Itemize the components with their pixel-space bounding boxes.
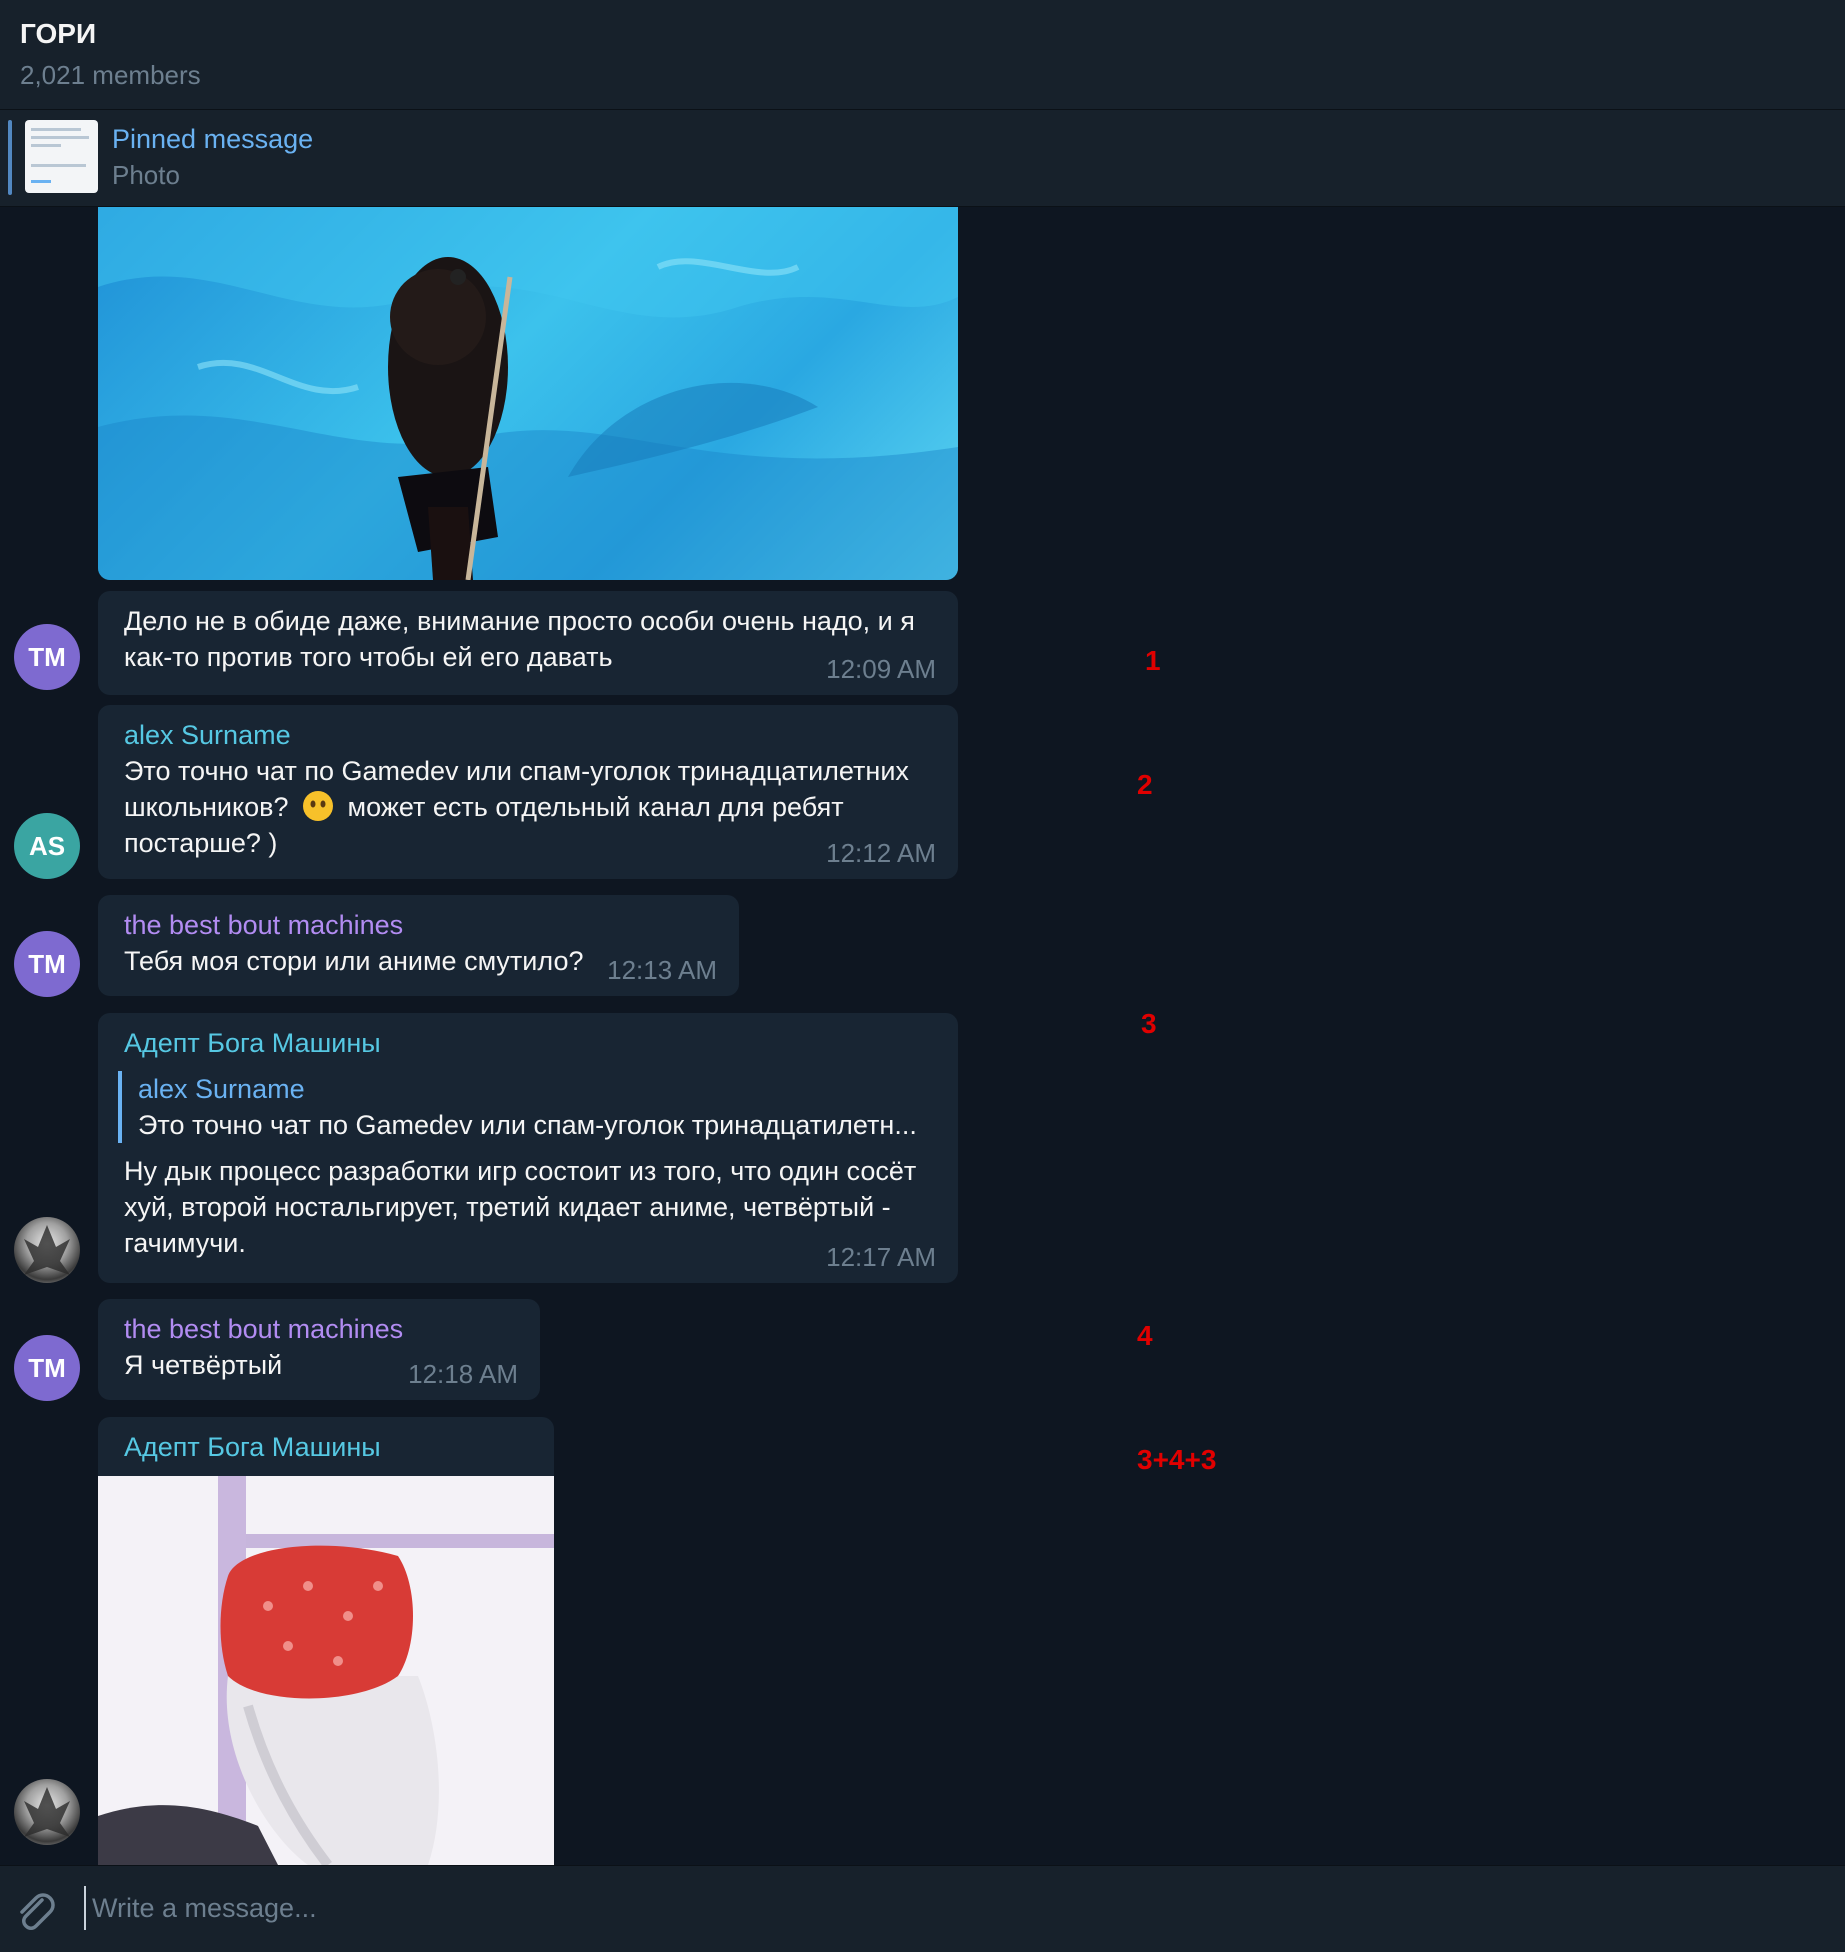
message-time: 12:17 AM — [826, 1242, 936, 1272]
message-time: 12:13 AM — [607, 955, 717, 985]
user-avatar[interactable]: TM — [14, 931, 80, 997]
message-bubble[interactable]: the best bout machines Я четвёртый 12:18… — [98, 1299, 540, 1400]
chat-title: ГОРИ — [20, 18, 97, 49]
reply-sender: alex Surname — [138, 1074, 305, 1104]
annotation-label: 4 — [1137, 1320, 1153, 1351]
chat-header[interactable]: ГОРИ 2,021 members — [0, 0, 1845, 110]
message-time: 12:18 AM — [408, 1359, 518, 1389]
annotation-label: 3 — [1141, 1008, 1157, 1039]
message-time: 12:12 AM — [826, 838, 936, 868]
message-list[interactable]: TM Дело не в обиде даже, внимание просто… — [0, 207, 1845, 1865]
pinned-photo-thumbnail — [25, 120, 98, 193]
message-bubble[interactable]: Дело не в обиде даже, внимание просто ос… — [98, 591, 958, 695]
sender-name[interactable]: alex Surname — [124, 717, 936, 753]
annotation-label: 3+4+3 — [1137, 1444, 1217, 1475]
message-bubble[interactable]: alex Surname Это точно чат по Gamedev ил… — [98, 705, 958, 879]
user-avatar[interactable]: TM — [14, 624, 80, 690]
message-photo[interactable] — [98, 207, 958, 580]
user-avatar[interactable] — [14, 1779, 80, 1845]
message-bubble[interactable]: the best bout machines Тебя моя стори ил… — [98, 895, 739, 996]
user-avatar[interactable]: TM — [14, 1335, 80, 1401]
member-count: 2,021 members — [20, 60, 201, 90]
user-avatar[interactable] — [14, 1217, 80, 1283]
reply-quote[interactable]: alex Surname Это точно чат по Gamedev ил… — [118, 1071, 936, 1143]
reply-text: Это точно чат по Gamedev или спам-уголок… — [138, 1110, 917, 1140]
message-text: Дело не в обиде даже, внимание просто ос… — [124, 606, 915, 672]
sender-name[interactable]: Адепт Бога Машины — [124, 1429, 532, 1465]
message-text: Ну дык процесс разработки игр состоит из… — [124, 1156, 917, 1258]
pinned-label: Pinned message — [112, 124, 314, 154]
sender-name[interactable]: Адепт Бога Машины — [124, 1025, 936, 1061]
face-without-mouth-emoji-icon — [303, 791, 334, 821]
pinned-accent-bar — [8, 120, 12, 195]
annotation-label: 2 — [1137, 769, 1153, 800]
message-time: 12:09 AM — [826, 654, 936, 684]
pinned-message-bar[interactable]: Pinned message Photo — [0, 110, 1845, 207]
message-composer: Write a message... — [0, 1865, 1845, 1952]
sender-name[interactable]: the best bout machines — [124, 907, 717, 943]
message-text: Это точно чат по Gamedev или спам-уголок… — [124, 753, 924, 861]
message-bubble[interactable]: Адепт Бога Машины alex Surname Это точно… — [98, 1013, 958, 1283]
sender-name[interactable]: the best bout machines — [124, 1311, 518, 1347]
message-input[interactable]: Write a message... — [84, 1886, 1784, 1930]
pinned-subtitle: Photo — [112, 160, 180, 190]
paperclip-icon[interactable] — [12, 1888, 56, 1932]
annotation-label: 1 — [1145, 645, 1161, 676]
user-avatar[interactable]: AS — [14, 813, 80, 879]
message-photo[interactable] — [98, 1476, 554, 1865]
